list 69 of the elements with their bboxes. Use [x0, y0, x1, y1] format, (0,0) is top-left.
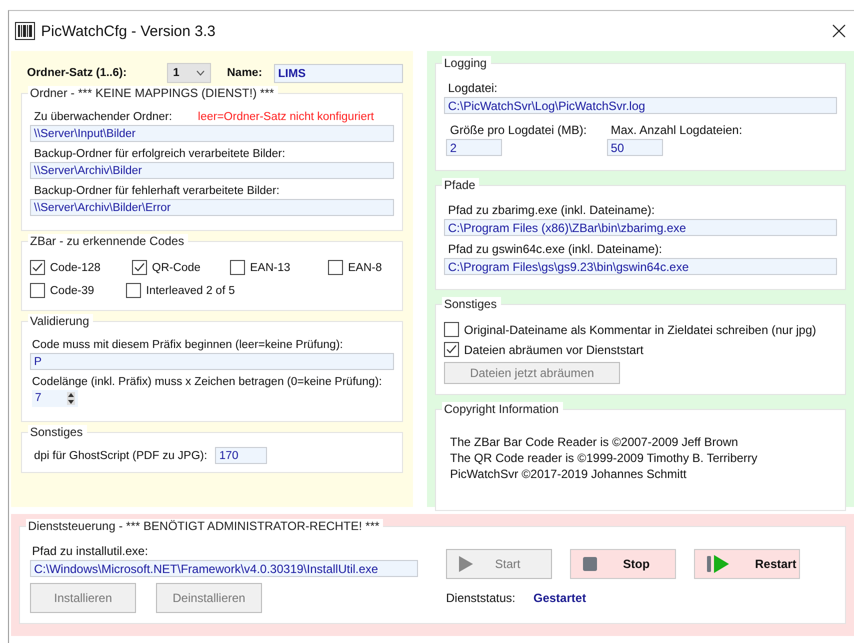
input-field[interactable]: 7: [32, 390, 78, 407]
input-field[interactable]: C:\PicWatchSvr\Log\PicWatchSvr.log: [444, 97, 837, 114]
service-stop-button[interactable]: Stop: [570, 549, 676, 579]
service-restart-button[interactable]: Restart: [694, 549, 800, 579]
group-title: Dienststeuerung - *** BENÖTIGT ADMINISTRATOR-RECHTE! ***: [26, 519, 384, 533]
checkbox-label: QR-Code: [152, 262, 201, 274]
copyright-line: The ZBar Bar Code Reader is ©2007-2009 Jeff Brown: [450, 434, 740, 450]
checkbox[interactable]: [444, 342, 459, 357]
spinner-arrows-icon: [67, 392, 75, 405]
checkbox[interactable]: [126, 283, 141, 298]
field-label: Backup-Ordner für erfolgreich verarbeitete Bilder:: [34, 148, 286, 160]
group-title: Logging: [442, 56, 491, 70]
group-title: Sonstiges: [28, 425, 87, 439]
barcode-icon: [15, 22, 35, 40]
field-label: Backup-Ordner für fehlerhaft verarbeitete Bilder:: [34, 185, 280, 197]
status-value: Gestartet: [533, 591, 586, 605]
set-dropdown[interactable]: 1: [167, 63, 211, 83]
checkbox[interactable]: [444, 322, 459, 337]
checkbox-label: Code-39: [50, 284, 94, 296]
input-field[interactable]: LIMS: [274, 64, 403, 82]
checkbox[interactable]: [328, 260, 343, 275]
status-label: Dienststatus:: [446, 591, 516, 605]
input-field[interactable]: 50: [606, 139, 663, 156]
field-label: Logdatei:: [448, 81, 498, 95]
input-field[interactable]: C:\Windows\Microsoft.NET\Framework\v4.0.30319\InstallUtil.exe: [30, 560, 418, 577]
stop-icon: [583, 557, 597, 571]
name-label: Name:: [227, 67, 262, 79]
field-label: dpi für GhostScript (PDF zu JPG):: [34, 450, 208, 462]
group-title: Ordner - *** KEINE MAPPINGS (DIENST!) ***: [28, 86, 278, 100]
group-title: Validierung: [28, 314, 94, 328]
checkbox[interactable]: [30, 260, 45, 275]
hint-text: leer=Ordner-Satz nicht konfiguriert: [198, 111, 374, 123]
field-label: Max. Anzahl Logdateien:: [610, 123, 742, 137]
field-label: Zu überwachender Ordner:: [34, 111, 172, 123]
input-field[interactable]: 2: [446, 139, 502, 156]
field-label: Größe pro Logdatei (MB):: [450, 123, 587, 137]
checkbox-label: Original-Dateiname als Kommentar in Zieldatei schreiben (nur jpg): [464, 322, 816, 336]
input-field[interactable]: \\Server\Archiv\Bilder: [30, 162, 394, 179]
checkbox-label: Interleaved 2 of 5: [146, 284, 235, 296]
window-title: PicWatchCfg - Version 3.3: [41, 22, 217, 40]
checkbox[interactable]: [30, 283, 45, 298]
copyright-line: The QR Code reader is ©1999-2009 Timothy B. Terriberry: [450, 450, 758, 466]
group-title: Copyright Information: [442, 402, 563, 416]
input-field[interactable]: C:\Program Files\gs\gs9.23\bin\gswin64c.exe: [444, 258, 837, 275]
field-label: Pfad zu installutil.exe:: [32, 544, 150, 558]
field-label: Pfad zu zbarimg.exe (inkl. Dateiname):: [448, 203, 656, 217]
field-label: Codelänge (inkl. Präfix) muss x Zeichen betragen (0=keine Prüfung):: [32, 376, 383, 388]
input-field[interactable]: C:\Program Files (x86)\ZBar\bin\zbarimg.exe: [444, 219, 837, 236]
input-field[interactable]: \\Server\Archiv\Bilder\Error: [30, 199, 394, 216]
input-field[interactable]: P: [30, 353, 394, 370]
checkbox[interactable]: [230, 260, 245, 275]
field-label: Code muss mit diesem Präfix beginnen (leer=keine Prüfung):: [32, 339, 344, 351]
checkbox-label: Code-128: [50, 262, 101, 274]
checkbox[interactable]: [132, 260, 147, 275]
group-title: Pfade: [442, 178, 480, 192]
chevron-down-icon: [196, 70, 205, 76]
field-label: Pfad zu gswin64c.exe (inkl. Dateiname):: [448, 242, 664, 256]
checkbox-label: Dateien abräumen vor Dienststart: [464, 342, 644, 356]
copyright-line: PicWatchSvr ©2017-2019 Johannes Schmitt: [450, 466, 688, 482]
input-field[interactable]: \\Server\Input\Bilder: [30, 125, 394, 142]
input-field[interactable]: 170: [215, 447, 268, 464]
play-icon: [459, 556, 473, 572]
set-label: Ordner-Satz (1..6):: [27, 67, 128, 79]
checkbox-label: EAN-13: [250, 262, 290, 274]
close-icon[interactable]: [832, 24, 846, 38]
group-title: ZBar - zu erkennende Codes: [28, 234, 188, 248]
restart-icon: [707, 555, 729, 573]
group-title: Sonstiges: [442, 297, 501, 311]
checkbox-label: EAN-8: [348, 262, 382, 274]
